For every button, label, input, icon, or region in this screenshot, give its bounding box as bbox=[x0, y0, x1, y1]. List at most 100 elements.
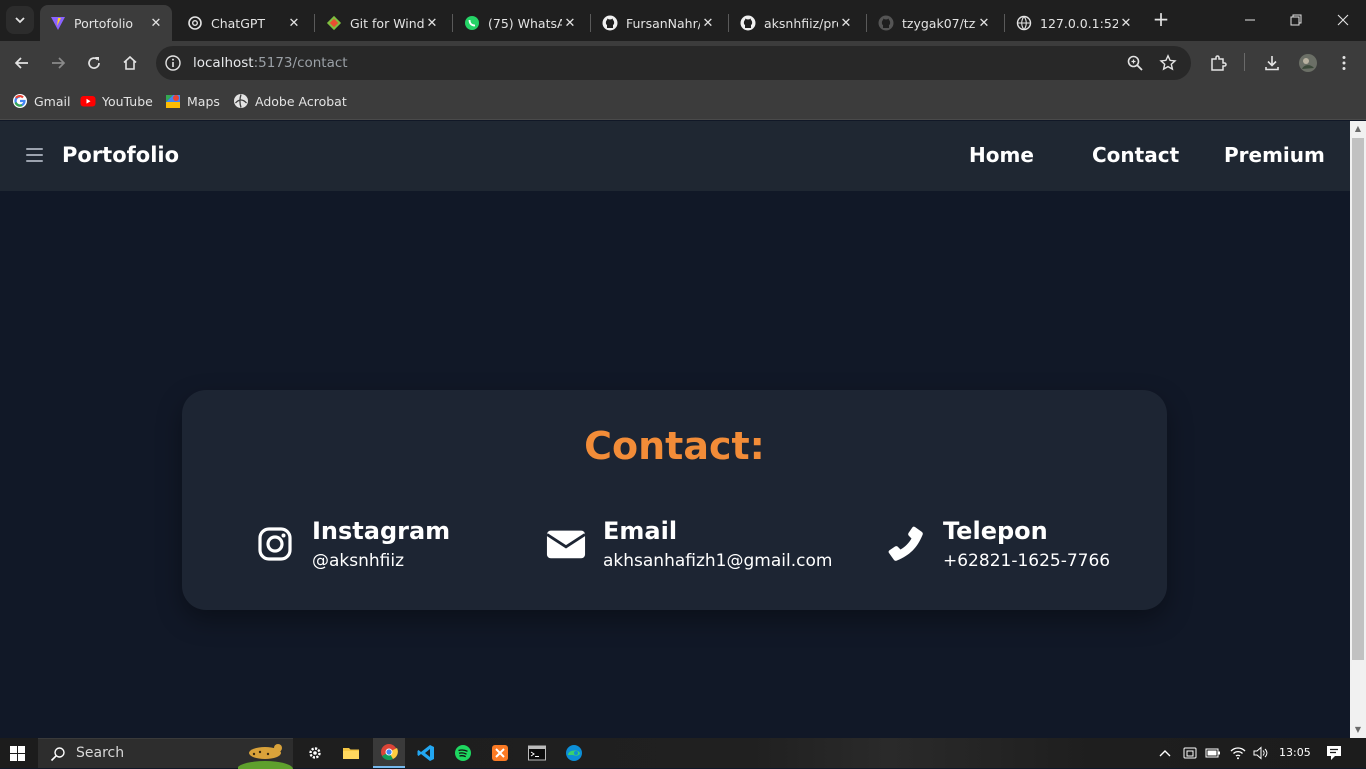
tab-search-button[interactable] bbox=[6, 6, 34, 34]
window-close-button[interactable] bbox=[1331, 8, 1355, 32]
tab-separator bbox=[866, 14, 867, 32]
spotify-icon bbox=[455, 745, 471, 761]
zoom-icon[interactable] bbox=[1126, 54, 1144, 72]
back-button[interactable] bbox=[8, 49, 36, 77]
tray-meet-icon[interactable] bbox=[1182, 745, 1198, 761]
taskbar-clock[interactable]: 13:05 bbox=[1279, 746, 1311, 759]
bookmark-maps[interactable]: Maps bbox=[165, 93, 220, 109]
download-icon bbox=[1265, 56, 1279, 71]
tab-localhost-521[interactable]: 127.0.0.1:521 ✕ bbox=[1006, 5, 1142, 41]
nav-link-premium[interactable]: Premium bbox=[1224, 143, 1325, 167]
bookmark-youtube[interactable]: YouTube bbox=[80, 93, 153, 109]
downloads-button[interactable] bbox=[1261, 52, 1283, 74]
forward-button[interactable] bbox=[44, 49, 72, 77]
scrollbar-thumb[interactable] bbox=[1352, 138, 1364, 660]
taskbar-xampp[interactable] bbox=[489, 742, 511, 764]
windows-start-icon[interactable] bbox=[10, 746, 25, 761]
tray-overflow-chevron-icon[interactable] bbox=[1157, 745, 1173, 761]
tab-github-tzygak07[interactable]: tzygak07/tzy ✕ bbox=[868, 5, 1000, 41]
close-icon[interactable]: ✕ bbox=[286, 15, 302, 31]
arrow-right-icon bbox=[52, 57, 66, 69]
page-viewport: Portofolio Home Contact Premium Contact:… bbox=[0, 121, 1350, 738]
whatsapp-icon bbox=[464, 15, 480, 31]
nav-link-home[interactable]: Home bbox=[969, 143, 1034, 167]
close-icon[interactable]: ✕ bbox=[976, 15, 992, 31]
youtube-icon bbox=[80, 93, 96, 109]
close-icon[interactable]: ✕ bbox=[700, 15, 716, 31]
close-icon[interactable]: ✕ bbox=[838, 15, 854, 31]
puzzle-icon bbox=[1211, 55, 1227, 71]
url-path: :5173/contact bbox=[253, 55, 348, 71]
restore-icon bbox=[1290, 14, 1302, 26]
contact-label: Email bbox=[603, 517, 678, 545]
close-icon[interactable]: ✕ bbox=[148, 15, 164, 31]
bookmark-label: Gmail bbox=[34, 93, 71, 109]
arrow-left-icon bbox=[14, 57, 28, 69]
nav-link-contact[interactable]: Contact bbox=[1092, 143, 1179, 167]
taskbar-file-explorer[interactable] bbox=[340, 742, 362, 764]
tab-chatgpt[interactable]: ChatGPT ✕ bbox=[177, 5, 310, 41]
vscode-icon bbox=[417, 745, 434, 761]
cheetah-search-highlight-icon bbox=[238, 744, 293, 769]
gmail-icon bbox=[12, 93, 28, 109]
scroll-up-arrow-icon[interactable]: ▲ bbox=[1353, 124, 1363, 134]
site-info-icon[interactable] bbox=[164, 54, 182, 72]
taskbar-settings[interactable] bbox=[304, 742, 326, 764]
taskbar-vscode[interactable] bbox=[415, 742, 437, 764]
new-tab-button[interactable]: + bbox=[1150, 9, 1172, 31]
tab-portofolio[interactable]: Portofolio ✕ bbox=[40, 5, 172, 41]
close-icon bbox=[1337, 14, 1349, 26]
taskbar-edge[interactable] bbox=[563, 742, 585, 764]
bookmark-label: YouTube bbox=[102, 93, 153, 109]
tab-title: ChatGPT bbox=[211, 15, 266, 31]
contact-item-email[interactable]: Email akhsanhafizh1@gmail.com bbox=[546, 516, 832, 574]
tab-whatsapp[interactable]: (75) WhatsAp ✕ bbox=[454, 5, 586, 41]
bookmark-gmail[interactable]: Gmail bbox=[12, 93, 70, 109]
tray-wifi-icon[interactable] bbox=[1230, 745, 1246, 761]
taskbar-terminal[interactable] bbox=[526, 742, 548, 764]
site-brand[interactable]: Portofolio bbox=[62, 143, 179, 167]
address-bar[interactable]: localhost:5173/contact bbox=[156, 46, 1191, 80]
home-button[interactable] bbox=[116, 49, 144, 77]
tray-battery-icon[interactable] bbox=[1205, 745, 1221, 761]
tab-separator bbox=[452, 14, 453, 32]
notification-center-icon[interactable] bbox=[1325, 744, 1343, 762]
tab-github-aksnhfiiz[interactable]: aksnhfiiz/pro ✕ bbox=[730, 5, 862, 41]
globe-icon bbox=[1016, 15, 1032, 31]
contact-item-telepon[interactable]: Telepon +62821-1625-7766 bbox=[886, 516, 1110, 574]
openai-icon bbox=[187, 15, 203, 31]
tab-git-for-windows[interactable]: Git for Windo ✕ bbox=[316, 5, 448, 41]
acrobat-icon bbox=[233, 93, 249, 109]
github-icon bbox=[740, 15, 756, 31]
contact-value: @aksnhfiiz bbox=[312, 551, 405, 571]
bookmark-adobe-acrobat[interactable]: Adobe Acrobat bbox=[233, 93, 347, 109]
maps-icon bbox=[165, 93, 181, 109]
tab-title: aksnhfiiz/pro bbox=[764, 15, 838, 31]
close-icon[interactable]: ✕ bbox=[562, 15, 578, 31]
close-icon[interactable]: ✕ bbox=[424, 15, 440, 31]
url-text[interactable]: localhost:5173/contact bbox=[193, 55, 348, 71]
tab-title: Portofolio bbox=[74, 15, 134, 31]
contact-label: Instagram bbox=[312, 517, 451, 545]
search-icon bbox=[50, 747, 65, 762]
taskbar-spotify[interactable] bbox=[452, 742, 474, 764]
taskbar-search[interactable]: Search bbox=[38, 738, 293, 769]
restore-button[interactable] bbox=[1284, 8, 1308, 32]
taskbar-chrome[interactable] bbox=[373, 738, 405, 768]
tab-title: tzygak07/tzy bbox=[902, 15, 976, 31]
avatar bbox=[1299, 54, 1317, 72]
star-icon[interactable] bbox=[1159, 54, 1177, 72]
tray-volume-icon[interactable] bbox=[1253, 745, 1269, 761]
gear-icon bbox=[309, 747, 321, 759]
close-icon[interactable]: ✕ bbox=[1118, 15, 1134, 31]
scroll-down-arrow-icon[interactable]: ▼ bbox=[1353, 725, 1363, 735]
hamburger-menu-icon[interactable] bbox=[26, 148, 43, 163]
profile-button[interactable] bbox=[1297, 52, 1319, 74]
contact-item-instagram[interactable]: Instagram @aksnhfiiz bbox=[255, 516, 450, 574]
menu-button[interactable] bbox=[1333, 52, 1355, 74]
tab-github-fursannahr[interactable]: FursanNahr/ ✕ bbox=[592, 5, 724, 41]
tab-title: FursanNahr/ bbox=[626, 15, 700, 31]
extensions-button[interactable] bbox=[1207, 52, 1229, 74]
reload-button[interactable] bbox=[80, 49, 108, 77]
minimize-button[interactable] bbox=[1238, 8, 1262, 32]
